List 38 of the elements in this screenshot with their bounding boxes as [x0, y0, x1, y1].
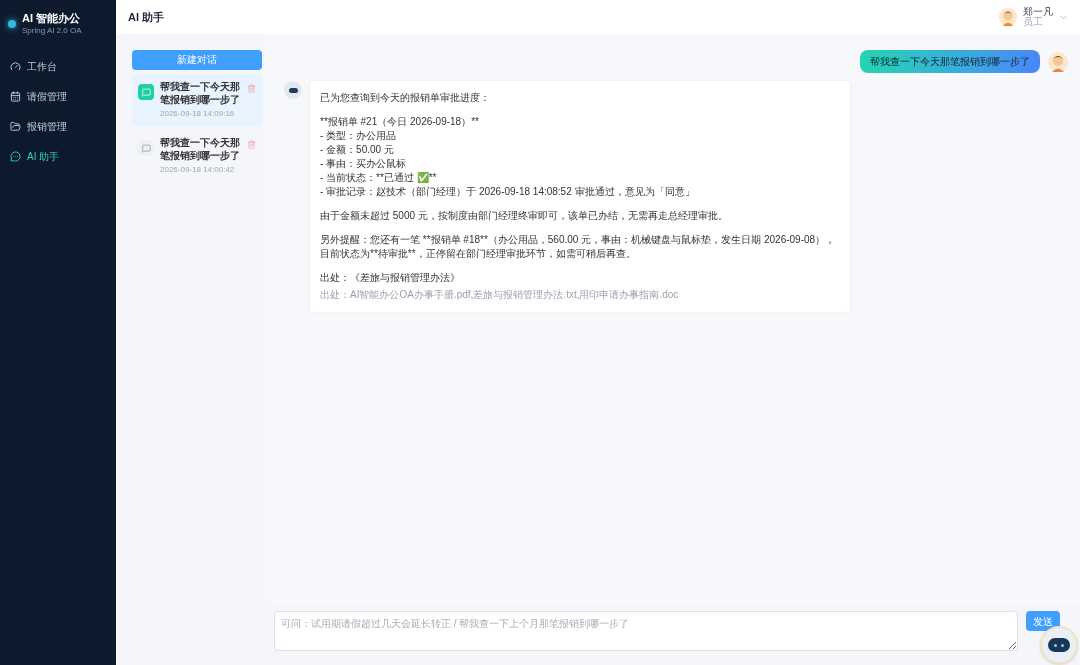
nav-item[interactable]: 工作台 — [0, 51, 116, 82]
conversation-item[interactable]: 帮我查一下今天那笔报销到哪一步了 2026-09-18 14:09:16 — [132, 74, 262, 126]
message-line: 另外提醒：您还有一笔 **报销单 #18**（办公用品，560.00 元，事由：机械键盘与鼠标垫，发生日期 2026-09-08），目前状态为**待审批**，正停留在部门经理审批环节，如需可稍后再查。 — [320, 233, 837, 261]
user-message: 帮我查一下今天那笔报销到哪一步了 — [860, 50, 1040, 73]
source-note: 出处：AI智能办公OA办事手册.pdf,差旅与报销管理办法.txt,用印申请办事指南.doc — [320, 288, 680, 302]
nav-icon — [10, 151, 21, 163]
message-line: **报销单 #21（今日 2026-09-18）** — [320, 115, 480, 129]
conversation-title: 帮我查一下今天那笔报销到哪一步了 — [160, 80, 241, 106]
conversation-time: 2026-09-18 14:09:16 — [160, 108, 236, 120]
message-line: 已为您查询到今天的报销单审批进度： — [320, 91, 491, 105]
app-subtitle: Spring AI 2.0 OA — [22, 25, 82, 36]
delete-icon[interactable] — [247, 140, 256, 149]
avatar-icon — [999, 8, 1017, 26]
avatar-icon — [1048, 51, 1068, 72]
message-line: - 金额：50.00 元 — [320, 143, 395, 157]
nav-icon — [10, 61, 21, 73]
message-line: 出处：《差旅与报销管理办法》 — [320, 271, 461, 285]
nav-item[interactable]: AI 助手 — [0, 141, 116, 172]
message-line: - 类型：办公用品 — [320, 129, 398, 143]
nav-item[interactable]: 报销管理 — [0, 111, 116, 142]
bot-avatar-icon — [284, 81, 302, 99]
nav-item[interactable]: 请假管理 — [0, 81, 116, 112]
conversation-item[interactable]: 帮我查一下今天那笔报销到哪一步了 2026-09-18 14:00:42 — [132, 130, 262, 182]
chat-icon — [138, 140, 154, 156]
user-role: 员工 — [1023, 17, 1044, 27]
app-title: AI 智能办公 — [22, 12, 82, 26]
message-line: - 当前状态：**已通过 ✅** — [320, 171, 438, 185]
page-title: AI 助手 — [128, 9, 165, 25]
nav-icon — [10, 91, 21, 103]
message-line: 由于金额未超过 5000 元，按制度由部门经理终审即可，该单已办结，无需再走总经理审批。 — [320, 209, 729, 223]
chat-icon — [138, 84, 154, 100]
nav-icon — [10, 121, 21, 133]
message-line: - 审批记录：赵技术（部门经理）于 2026-09-18 14:08:52 审批通过，意见为「同意」 — [320, 185, 696, 199]
delete-icon[interactable] — [247, 84, 256, 93]
message-line: - 事由：买办公鼠标 — [320, 157, 408, 171]
conversation-title: 帮我查一下今天那笔报销到哪一步了 — [160, 136, 241, 162]
conversation-time: 2026-09-18 14:00:42 — [160, 164, 236, 176]
user-name: 郑一凡 — [1023, 7, 1053, 17]
